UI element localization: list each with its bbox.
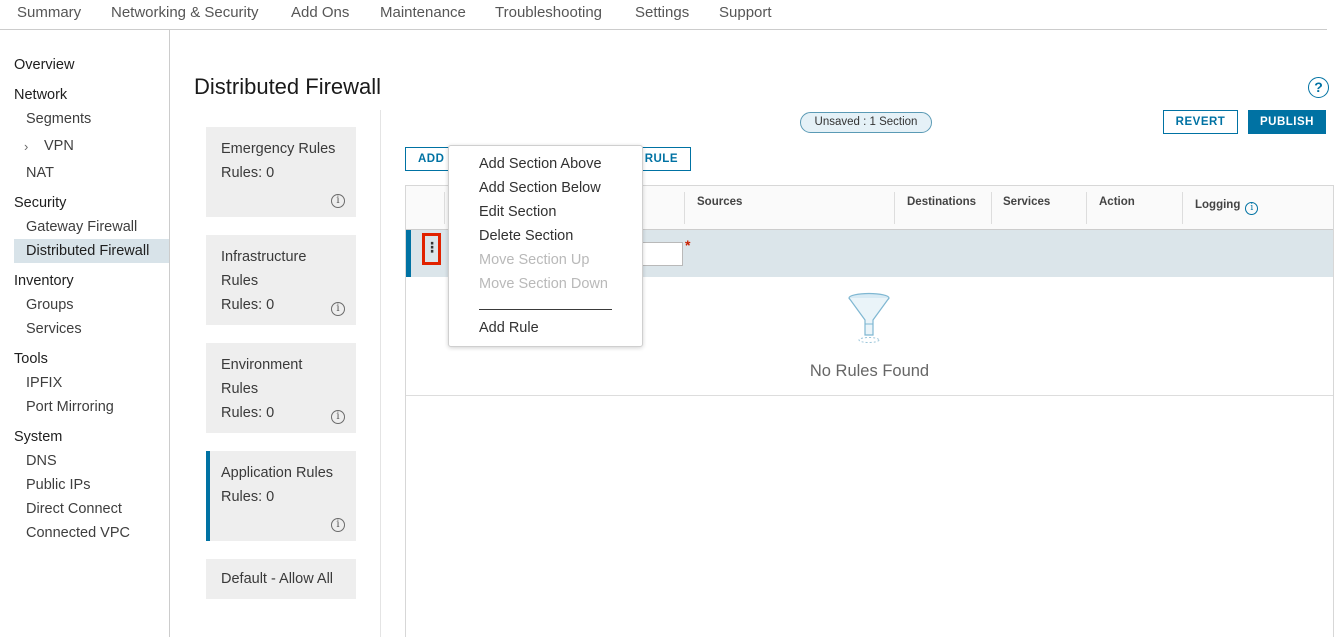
unsaved-badge: Unsaved : 1 Section: [800, 112, 932, 133]
section-name-input[interactable]: [641, 242, 683, 266]
sidebar-heading-system: System: [14, 429, 63, 445]
column-header-services[interactable]: Services: [1003, 196, 1050, 208]
sidebar-item-segments[interactable]: Segments: [26, 111, 91, 127]
sidebar-item-overview[interactable]: Overview: [14, 57, 74, 73]
tab-networking-security[interactable]: Networking & Security: [111, 4, 259, 21]
page-title: Distributed Firewall: [194, 74, 382, 99]
category-rule-count: Rules: 0: [221, 297, 275, 313]
category-rule-count: Rules: 0: [221, 489, 275, 505]
category-title: Emergency Rules: [221, 141, 336, 157]
menu-item-add-section-below[interactable]: Add Section Below: [479, 180, 601, 196]
sidebar-heading-security: Security: [14, 195, 67, 211]
info-icon[interactable]: i: [331, 194, 345, 208]
tab-add-ons[interactable]: Add Ons: [291, 4, 349, 21]
funnel-icon: [848, 292, 890, 343]
column-header-action[interactable]: Action: [1099, 196, 1135, 208]
panel-divider: [380, 110, 381, 637]
info-icon[interactable]: i: [331, 518, 345, 532]
info-icon[interactable]: i: [1245, 202, 1259, 215]
revert-button[interactable]: REVERT: [1163, 110, 1238, 134]
category-title: Application Rules: [221, 465, 334, 481]
category-title: Default - Allow All: [221, 571, 334, 587]
sidebar-item-connected-vpc[interactable]: Connected VPC: [26, 525, 130, 541]
help-icon[interactable]: ?: [1308, 77, 1329, 98]
tab-summary[interactable]: Summary: [17, 4, 81, 21]
sidebar-item-public-ips[interactable]: Public IPs: [26, 477, 90, 493]
category-card-emergency[interactable]: Emergency Rules Rules: 0 i: [206, 127, 356, 217]
menu-item-move-section-up: Move Section Up: [479, 252, 590, 268]
info-icon[interactable]: i: [331, 410, 345, 424]
column-separator: [1086, 192, 1087, 224]
category-card-default[interactable]: Default - Allow All: [206, 559, 356, 599]
chevron-right-icon[interactable]: ›: [24, 139, 28, 154]
category-card-infrastructure[interactable]: Infrastructure Rules Rules: 0 i: [206, 235, 356, 325]
category-rule-count: Rules: 0: [221, 405, 275, 421]
tab-maintenance[interactable]: Maintenance: [380, 4, 466, 21]
sidebar: Overview Network Segments › VPN NAT Secu…: [0, 30, 170, 637]
section-context-menu: Add Section Above Add Section Below Edit…: [448, 145, 643, 347]
kebab-menu-icon[interactable]: ⋮: [422, 233, 441, 265]
menu-item-delete-section[interactable]: Delete Section: [479, 228, 573, 244]
column-header-sources[interactable]: Sources: [697, 196, 742, 208]
category-title-line1: Environment: [221, 357, 303, 373]
column-separator: [444, 192, 445, 224]
tab-support[interactable]: Support: [719, 4, 772, 21]
sidebar-item-distributed-firewall[interactable]: Distributed Firewall: [14, 239, 169, 263]
category-title-line1: Infrastructure: [221, 249, 307, 265]
category-title-line2: Rules: [221, 273, 259, 289]
menu-item-edit-section[interactable]: Edit Section: [479, 204, 556, 220]
sidebar-item-nat[interactable]: NAT: [26, 165, 54, 181]
sidebar-item-gateway-firewall[interactable]: Gateway Firewall: [26, 219, 137, 235]
tab-troubleshooting[interactable]: Troubleshooting: [495, 4, 602, 21]
sidebar-heading-network: Network: [14, 87, 68, 103]
top-nav: Summary Networking & Security Add Ons Ma…: [0, 0, 1327, 30]
category-card-environment[interactable]: Environment Rules Rules: 0 i: [206, 343, 356, 433]
sidebar-item-dns[interactable]: DNS: [26, 453, 57, 469]
column-separator: [991, 192, 992, 224]
menu-item-add-rule[interactable]: Add Rule: [479, 320, 539, 336]
sidebar-item-ipfix[interactable]: IPFIX: [26, 375, 62, 391]
menu-divider: [479, 309, 612, 310]
column-separator: [1182, 192, 1183, 224]
sidebar-item-direct-connect[interactable]: Direct Connect: [26, 501, 122, 517]
info-icon[interactable]: i: [331, 302, 345, 316]
column-separator: [894, 192, 895, 224]
column-header-logging-label: Logging: [1195, 199, 1241, 211]
required-marker: *: [685, 237, 691, 253]
sidebar-item-groups[interactable]: Groups: [26, 297, 74, 313]
column-header-logging[interactable]: Logging i: [1195, 199, 1259, 215]
menu-item-move-section-down: Move Section Down: [479, 276, 608, 292]
category-rule-count: Rules: 0: [221, 165, 275, 181]
sidebar-item-services[interactable]: Services: [26, 321, 82, 337]
sidebar-heading-tools: Tools: [14, 351, 48, 367]
column-header-destinations[interactable]: Destinations: [907, 196, 976, 208]
column-separator: [684, 192, 685, 224]
category-card-application[interactable]: Application Rules Rules: 0 i: [206, 451, 356, 541]
menu-item-add-section-above[interactable]: Add Section Above: [479, 156, 602, 172]
sidebar-item-vpn[interactable]: VPN: [44, 138, 74, 154]
category-title-line2: Rules: [221, 381, 259, 397]
sidebar-item-port-mirroring[interactable]: Port Mirroring: [26, 399, 114, 415]
tab-settings[interactable]: Settings: [635, 4, 689, 21]
sidebar-heading-inventory: Inventory: [14, 273, 74, 289]
publish-button[interactable]: PUBLISH: [1248, 110, 1326, 134]
empty-message: No Rules Found: [809, 362, 930, 380]
